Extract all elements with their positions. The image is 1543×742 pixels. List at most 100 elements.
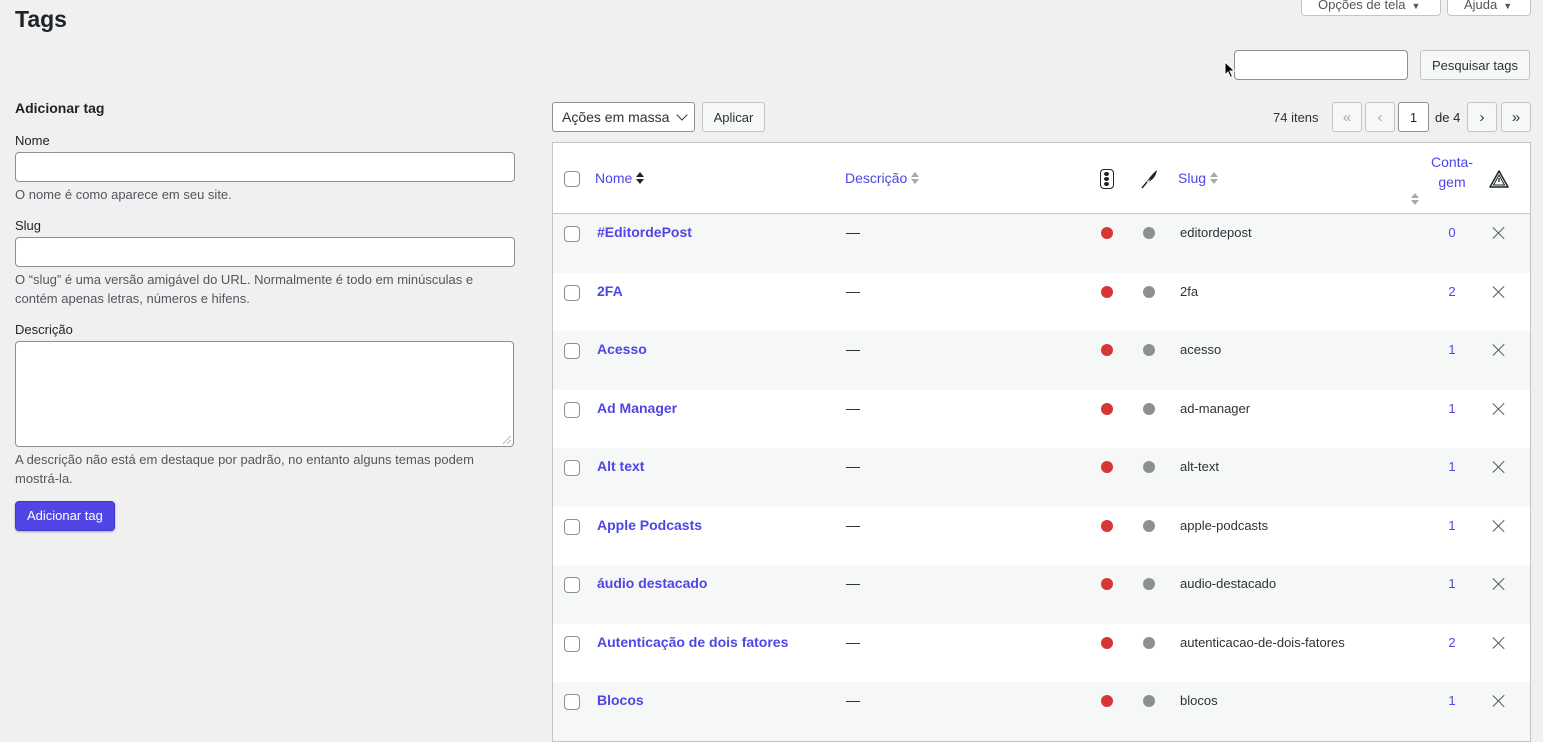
tag-name-link[interactable]: áudio destacado: [597, 575, 707, 591]
tag-count-link[interactable]: 1: [1427, 518, 1477, 533]
close-icon[interactable]: [1492, 636, 1506, 650]
tag-description: —: [846, 341, 860, 357]
column-name-label: Nome: [595, 170, 633, 186]
status-grey-dot-icon: [1143, 636, 1155, 649]
description-help: A descrição não está em destaque por pad…: [15, 451, 474, 487]
tags-table: Nome Descrição Slug Conta- gem #Editorde…: [552, 142, 1531, 742]
close-icon[interactable]: [1492, 285, 1506, 299]
row-checkbox[interactable]: [564, 401, 580, 418]
status-grey-dot-icon: [1143, 402, 1155, 415]
column-description-sort[interactable]: Descrição: [845, 170, 920, 186]
tag-name-link[interactable]: Apple Podcasts: [597, 517, 702, 533]
name-label: Nome: [15, 133, 50, 148]
row-checkbox[interactable]: [564, 635, 580, 652]
close-icon[interactable]: [1492, 460, 1506, 474]
tag-slug: autenticacao-de-dois-fatores: [1180, 634, 1345, 650]
status-red-dot-icon: [1101, 461, 1113, 473]
name-help: O nome é como aparece em seu site.: [15, 187, 232, 202]
tag-slug: blocos: [1180, 693, 1218, 708]
tag-count-link[interactable]: 2: [1427, 635, 1477, 650]
last-page-button[interactable]: »: [1501, 102, 1531, 132]
column-count-sort[interactable]: Conta- gem: [1411, 152, 1477, 206]
tag-description: —: [846, 516, 860, 533]
status-red-dot-icon: [1101, 695, 1113, 707]
description-label: Descrição: [15, 321, 73, 337]
column-slug-label: Slug: [1178, 170, 1207, 186]
screen-options-button[interactable]: Opções de tela ▼: [1301, 0, 1441, 16]
status-grey-dot-icon: [1143, 519, 1155, 532]
help-label: Ajuda: [1464, 0, 1498, 12]
close-icon[interactable]: [1492, 226, 1506, 240]
close-icon[interactable]: [1492, 519, 1506, 533]
tag-count-link[interactable]: 1: [1427, 693, 1477, 708]
tag-slug: apple-podcasts: [1180, 517, 1269, 533]
slug-help: O “slug” é uma versão amigável do URL. N…: [15, 271, 474, 307]
close-icon[interactable]: [1492, 343, 1506, 357]
status-red-dot-icon: [1101, 519, 1113, 532]
bulk-actions-select[interactable]: Ações em massa: [552, 102, 695, 132]
current-page-input[interactable]: 1: [1398, 102, 1429, 132]
next-page-button[interactable]: ›: [1467, 102, 1497, 132]
help-button[interactable]: Ajuda ▼: [1447, 0, 1531, 16]
close-icon[interactable]: [1492, 577, 1506, 591]
sort-icon: [1411, 193, 1419, 205]
column-slug-sort[interactable]: Slug: [1178, 170, 1219, 186]
status-grey-dot-icon: [1143, 285, 1155, 298]
tag-name-link[interactable]: #EditordePost: [597, 224, 692, 240]
status-red-dot-icon: [1101, 344, 1113, 356]
tag-name-link[interactable]: Blocos: [597, 692, 644, 708]
prev-page-button[interactable]: ‹: [1365, 102, 1395, 132]
total-pages: de 4: [1435, 110, 1461, 125]
tag-name-link[interactable]: 2FA: [597, 283, 623, 299]
row-checkbox[interactable]: [564, 343, 580, 359]
status-red-dot-icon: [1101, 402, 1113, 415]
status-red-dot-icon: [1101, 636, 1113, 649]
tag-count-link[interactable]: 1: [1427, 342, 1477, 357]
tag-count-link[interactable]: 0: [1427, 225, 1477, 240]
tag-slug: editordepost: [1180, 225, 1252, 240]
table-row: áudio destacado — audio-destacado 1: [553, 565, 1530, 624]
tag-name-link[interactable]: Alt text: [597, 458, 644, 474]
column-name-sort[interactable]: Nome: [595, 170, 645, 186]
tag-name-link[interactable]: Acesso: [597, 341, 647, 357]
status-red-dot-icon: [1101, 285, 1113, 298]
search-tags-button[interactable]: Pesquisar tags: [1420, 50, 1530, 80]
tag-slug: audio-destacado: [1180, 576, 1277, 591]
table-row: Acesso — acesso 1: [553, 331, 1530, 390]
name-input[interactable]: [15, 152, 515, 182]
close-icon[interactable]: [1492, 694, 1506, 708]
close-icon[interactable]: [1492, 402, 1506, 416]
tag-description: —: [846, 575, 860, 591]
warning-icon: [1489, 170, 1509, 188]
row-checkbox[interactable]: [564, 226, 580, 242]
traffic-light-icon: [1100, 169, 1114, 189]
tag-description: —: [846, 282, 860, 299]
caret-down-icon: ▼: [1503, 1, 1513, 11]
tag-description: —: [846, 458, 860, 474]
select-all-checkbox[interactable]: [564, 171, 580, 187]
description-textarea[interactable]: [15, 340, 514, 447]
tag-count-link[interactable]: 1: [1427, 459, 1477, 474]
add-tag-button[interactable]: Adicionar tag: [15, 500, 115, 531]
table-row: Apple Podcasts — apple-podcasts 1: [553, 507, 1530, 566]
search-input[interactable]: [1234, 50, 1408, 80]
status-grey-dot-icon: [1143, 695, 1155, 707]
row-checkbox[interactable]: [564, 460, 580, 476]
row-checkbox[interactable]: [564, 694, 580, 710]
apply-button[interactable]: Aplicar: [702, 102, 765, 132]
row-checkbox[interactable]: [564, 577, 580, 593]
add-tag-heading: Adicionar tag: [15, 100, 105, 116]
tag-count-link[interactable]: 1: [1427, 401, 1477, 416]
slug-label: Slug: [15, 217, 42, 233]
table-row: 2FA — 2fa 2: [553, 273, 1530, 332]
tag-count-link[interactable]: 1: [1427, 576, 1477, 591]
table-row: Autenticação de dois fatores — autenticaca…: [553, 624, 1530, 683]
add-tag-form: Adicionar tag Nome O nome é como aparece…: [15, 100, 515, 531]
row-checkbox[interactable]: [564, 284, 580, 301]
first-page-button[interactable]: «: [1332, 102, 1362, 132]
tag-count-link[interactable]: 2: [1427, 284, 1477, 299]
tag-name-link[interactable]: Autenticação de dois fatores: [597, 634, 788, 650]
tag-name-link[interactable]: Ad Manager: [597, 400, 677, 416]
slug-input[interactable]: [15, 236, 515, 267]
row-checkbox[interactable]: [564, 518, 580, 535]
